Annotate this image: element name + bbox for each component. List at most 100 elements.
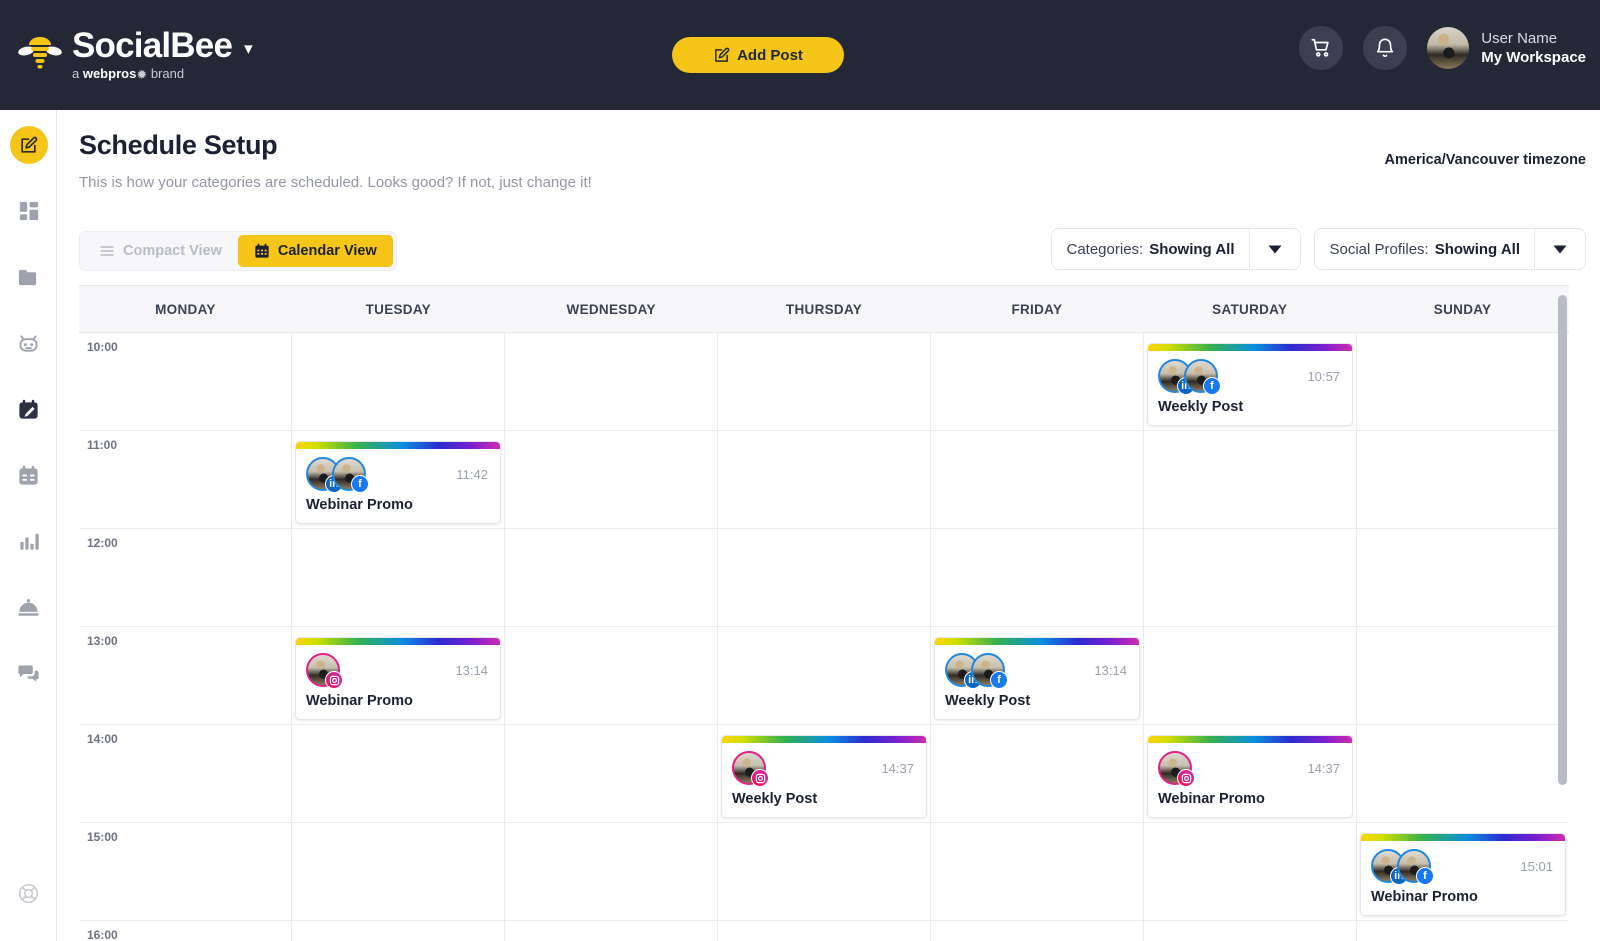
calendar-cell[interactable] — [930, 823, 1143, 920]
sidebar-item-compose[interactable] — [0, 112, 57, 178]
calendar-cell[interactable]: 13:14 Webinar Promo — [291, 627, 504, 724]
calendar-cell[interactable] — [291, 529, 504, 626]
calendar-cell[interactable] — [504, 333, 717, 430]
calendar-cell[interactable] — [504, 823, 717, 920]
sidebar-item-help[interactable] — [0, 882, 57, 905]
user-menu[interactable]: User Name My Workspace — [1427, 27, 1586, 69]
compact-view-button[interactable]: Compact View — [83, 235, 238, 267]
sidebar-item-calendar[interactable] — [0, 442, 57, 508]
top-nav-right-cluster: User Name My Workspace — [1299, 26, 1586, 70]
sidebar-item-engage[interactable] — [0, 640, 57, 706]
categories-filter[interactable]: Categories: Showing All — [1050, 228, 1301, 270]
calendar-view-label: Calendar View — [277, 243, 377, 259]
chevron-down-icon[interactable]: ▾ — [244, 39, 253, 59]
sidebar-item-schedule-setup[interactable] — [0, 376, 57, 442]
calendar-cell[interactable] — [504, 627, 717, 724]
calendar-event-card[interactable]: 14:37 Webinar Promo — [1147, 735, 1353, 818]
calendar-cell[interactable] — [930, 431, 1143, 528]
sidebar-item-dashboard[interactable] — [0, 178, 57, 244]
calendar-cell[interactable]: inf 11:42 Webinar Promo — [291, 431, 504, 528]
calendar-cell[interactable]: 12:00 — [79, 529, 291, 626]
cart-button[interactable] — [1299, 26, 1344, 70]
social-profiles-filter[interactable]: Social Profiles: Showing All — [1313, 228, 1586, 270]
calendar-cell[interactable]: 14:00 — [79, 725, 291, 822]
notifications-button[interactable] — [1363, 26, 1408, 70]
edit-square-icon — [21, 136, 38, 153]
calendar-day-header-tuesday: TUESDAY — [365, 301, 431, 317]
calendar-cell[interactable] — [1356, 725, 1569, 822]
calendar-scrollbar[interactable] — [1558, 295, 1567, 785]
calendar-event-card[interactable]: inf 13:14 Weekly Post — [934, 637, 1140, 720]
calendar-cell[interactable] — [930, 725, 1143, 822]
calendar-cell[interactable] — [717, 431, 930, 528]
profile-avatar-instagram — [1158, 751, 1195, 787]
calendar-cell[interactable]: 10:00 — [79, 333, 291, 430]
event-header: inf 11:42 — [296, 449, 500, 493]
calendar-event-card[interactable]: inf 10:57 Weekly Post — [1147, 343, 1353, 426]
calendar-cell[interactable]: 16:00 — [79, 921, 291, 941]
calendar-cell[interactable]: inf 13:14 Weekly Post — [930, 627, 1143, 724]
calendar-cell[interactable]: inf 15:01 Webinar Promo — [1356, 823, 1569, 920]
event-profile-avatars: inf — [1158, 359, 1221, 395]
calendar-cell[interactable] — [1356, 333, 1569, 430]
calendar-event-card[interactable]: 13:14 Webinar Promo — [295, 637, 501, 720]
calendar-hour-row: 15:00 inf 15:01 Webinar Promo — [79, 823, 1569, 921]
calendar-cell[interactable] — [291, 823, 504, 920]
calendar-cell[interactable] — [1356, 921, 1569, 941]
sidebar-item-content-folders[interactable] — [0, 244, 57, 310]
calendar-cell[interactable] — [1143, 627, 1356, 724]
facebook-icon: f — [351, 475, 369, 493]
facebook-icon-glyph: f — [1423, 869, 1427, 882]
calendar-cell[interactable] — [717, 921, 930, 941]
sidebar-item-analytics[interactable] — [0, 508, 57, 574]
event-header: 14:37 — [722, 743, 926, 787]
compact-view-label: Compact View — [123, 243, 222, 259]
calendar-cell[interactable]: 11:00 — [79, 431, 291, 528]
calendar-cell[interactable] — [291, 921, 504, 941]
brand-subtitle-post: brand — [147, 66, 185, 81]
calendar-cell[interactable] — [1356, 627, 1569, 724]
calendar-event-card[interactable]: 14:37 Weekly Post — [721, 735, 927, 818]
calendar-cell[interactable]: 15:00 — [79, 823, 291, 920]
calendar-cell[interactable]: 13:00 — [79, 627, 291, 724]
hour-label: 15:00 — [87, 830, 118, 844]
event-time: 11:42 — [456, 466, 488, 482]
sidebar-item-ai-assistant[interactable] — [0, 310, 57, 376]
calendar-cell[interactable] — [930, 529, 1143, 626]
calendar-cell[interactable] — [717, 823, 930, 920]
calendar-cell[interactable] — [717, 627, 930, 724]
add-post-button[interactable]: Add Post — [672, 37, 844, 73]
calendar-cell[interactable] — [1143, 529, 1356, 626]
calendar-icon — [255, 243, 269, 258]
event-profile-avatars: inf — [945, 653, 1008, 689]
brand-logo[interactable]: SocialBee ▾ a webpros✹ brand — [18, 28, 253, 83]
edit-square-icon — [715, 47, 730, 62]
calendar-cell[interactable] — [930, 333, 1143, 430]
calendar-cell[interactable] — [1143, 921, 1356, 941]
calendar-cell[interactable] — [504, 921, 717, 941]
calendar-cell[interactable] — [930, 921, 1143, 941]
calendar-event-card[interactable]: inf 15:01 Webinar Promo — [1360, 833, 1566, 916]
calendar-body[interactable]: 10:00 inf 10:57 Weekly Post 11:00 inf 11:42 Web… — [79, 333, 1569, 941]
calendar-cell[interactable] — [717, 529, 930, 626]
calendar-event-card[interactable]: inf 11:42 Webinar Promo — [295, 441, 501, 524]
calendar-cell[interactable] — [1143, 823, 1356, 920]
calendar-cell[interactable] — [504, 431, 717, 528]
calendar-cell[interactable] — [1356, 431, 1569, 528]
calendar-cell[interactable] — [717, 333, 930, 430]
calendar-cell[interactable] — [1143, 431, 1356, 528]
calendar-cell[interactable] — [291, 333, 504, 430]
calendar-cell[interactable]: inf 10:57 Weekly Post — [1143, 333, 1356, 430]
calendar-cell[interactable] — [1356, 529, 1569, 626]
timezone-label: America/Vancouver timezone — [1384, 152, 1586, 168]
calendar-cell[interactable]: 14:37 Weekly Post — [717, 725, 930, 822]
calendar-cell[interactable] — [504, 529, 717, 626]
bee-logo-icon — [18, 37, 62, 69]
calendar-cell[interactable] — [504, 725, 717, 822]
caret-down-icon[interactable] — [1535, 245, 1585, 254]
calendar-cell[interactable]: 14:37 Webinar Promo — [1143, 725, 1356, 822]
calendar-cell[interactable] — [291, 725, 504, 822]
calendar-view-button[interactable]: Calendar View — [237, 235, 393, 267]
caret-down-icon[interactable] — [1250, 245, 1300, 254]
sidebar-item-concierge[interactable] — [0, 574, 57, 640]
